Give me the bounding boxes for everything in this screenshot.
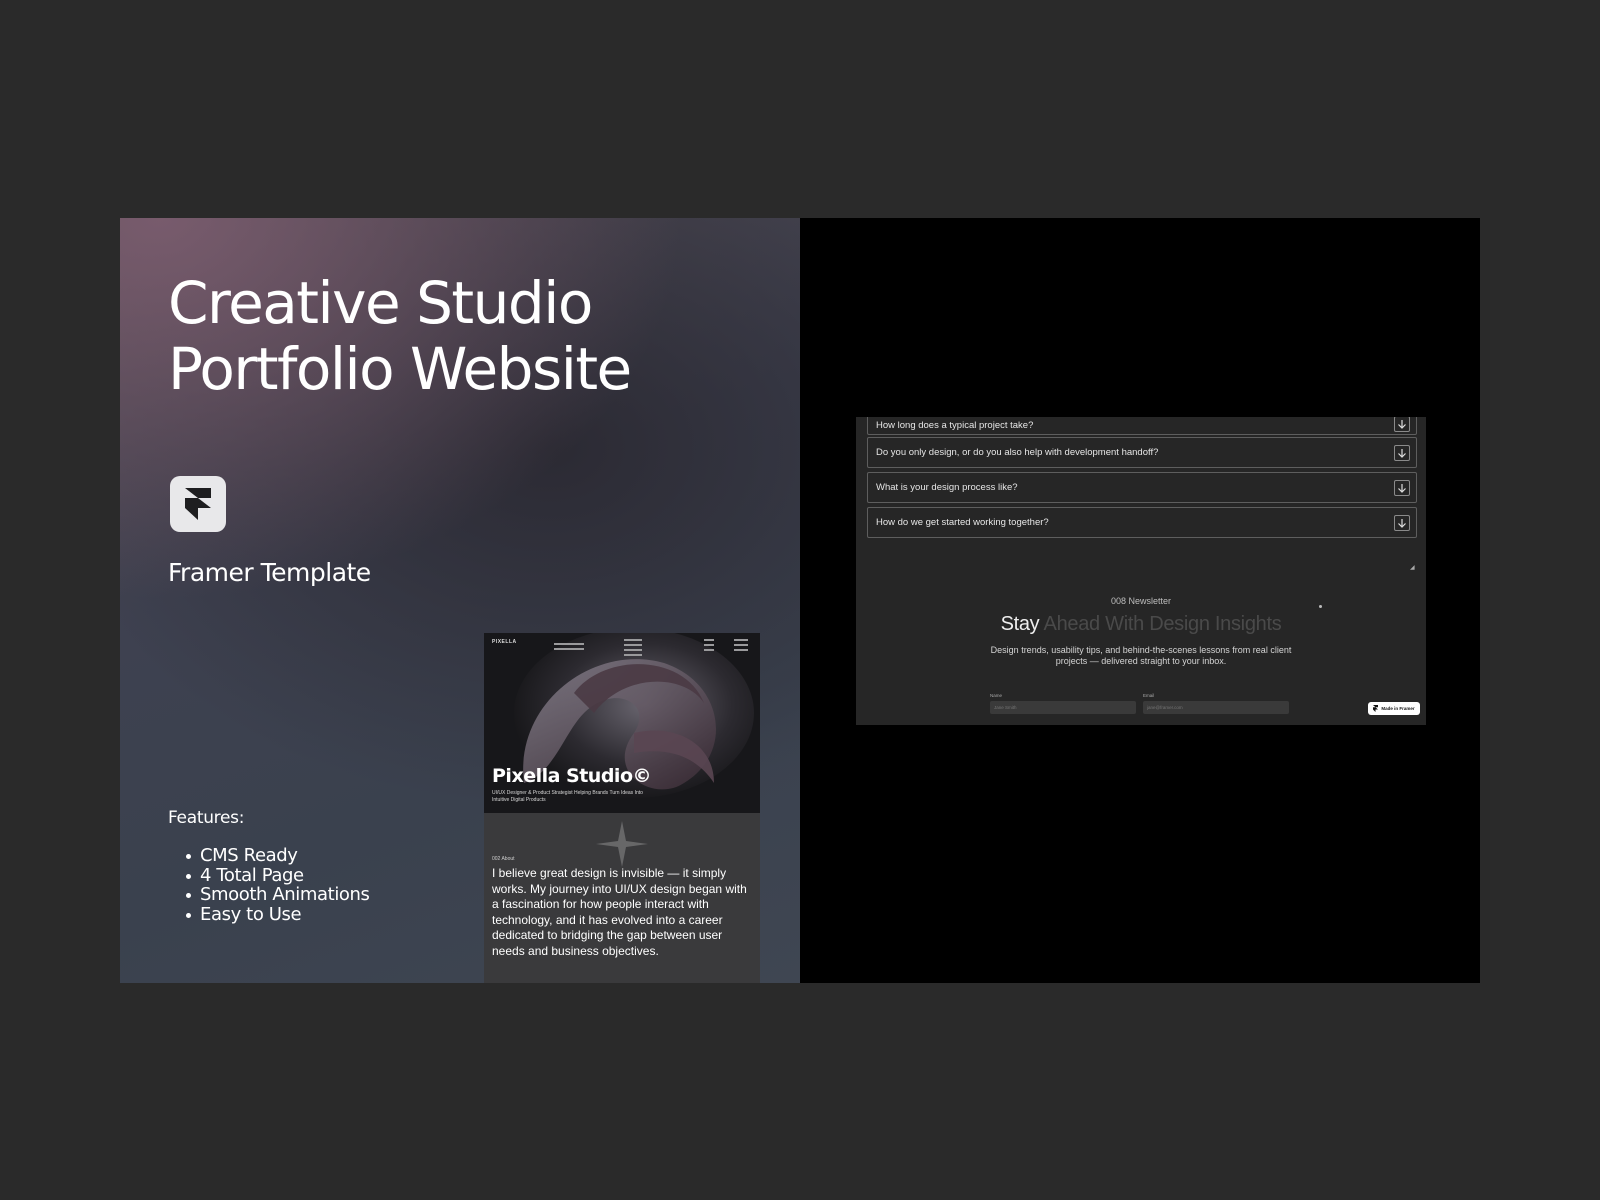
preview-panel: How long does a typical project take? Do… (800, 218, 1480, 983)
newsletter-title-faded: Ahead With Design Insights (1039, 613, 1282, 635)
feature-item: CMS Ready (184, 846, 370, 866)
features-heading: Features: (168, 808, 245, 828)
website-preview: How long does a typical project take? Do… (856, 417, 1426, 725)
faq-question: Do you only design, or do you also help … (876, 447, 1159, 458)
framer-icon (185, 488, 211, 520)
newsletter-title-visible: Stay (1000, 613, 1040, 635)
promo-panel: Creative Studio Portfolio Website Framer… (120, 218, 800, 983)
made-in-framer-label: Made in Framer (1381, 706, 1415, 711)
framer-icon (1373, 705, 1379, 712)
name-field-label: Name (990, 693, 1003, 698)
mockup-studio-subtitle: UI/UX Designer & Product Strategist Help… (492, 790, 643, 803)
feature-item: Easy to Use (184, 904, 370, 925)
mockup-hero: PIXELLA Pixella Studio© UI/UX Designer &… (484, 633, 760, 813)
mockup-brand-logo: PIXELLA (492, 639, 517, 645)
site-mockup: PIXELLA Pixella Studio© UI/UX Designer &… (484, 633, 760, 983)
faq-item[interactable]: How do we get started working together? (867, 507, 1417, 538)
resize-handle-icon: ◢ (1410, 565, 1415, 571)
faq-question: How long does a typical project take? (876, 420, 1034, 431)
faq-item[interactable]: Do you only design, or do you also help … (867, 437, 1417, 468)
faq-question: How do we get started working together? (876, 517, 1049, 528)
feature-item: Smooth Animations (184, 885, 370, 905)
mockup-about-text: I believe great design is invisible — it… (492, 866, 747, 958)
arrow-down-icon[interactable] (1394, 417, 1410, 432)
mockup-about-label: 002 About (492, 856, 515, 862)
made-in-framer-badge[interactable]: Made in Framer (1368, 702, 1420, 715)
email-field-label: Email (1143, 693, 1155, 698)
mockup-nav (554, 639, 754, 659)
faq-item[interactable]: What is your design process like? (867, 472, 1417, 503)
email-input[interactable] (1143, 701, 1289, 714)
arrow-down-icon[interactable] (1394, 480, 1410, 496)
hero-title-line2: Portfolio Website (168, 335, 632, 403)
newsletter-label: 008 Newsletter (1110, 596, 1172, 606)
features-list: CMS Ready 4 Total Page Smooth Animations… (184, 846, 370, 924)
newsletter-description: Design trends, usability tips, and behin… (990, 645, 1292, 666)
faq-item[interactable]: How long does a typical project take? (867, 417, 1417, 435)
feature-item: 4 Total Page (184, 865, 370, 886)
newsletter-title: Stay Ahead With Design Insights (856, 613, 1426, 636)
faq-question: What is your design process like? (876, 482, 1018, 493)
name-input[interactable] (990, 701, 1136, 714)
arrow-down-icon[interactable] (1394, 515, 1410, 531)
mockup-studio-title: Pixella Studio© (492, 765, 652, 787)
hero-title: Creative Studio Portfolio Website (168, 270, 728, 402)
hero-title-line1: Creative Studio (168, 269, 593, 337)
template-label: Framer Template (168, 558, 371, 587)
arrow-down-icon[interactable] (1394, 445, 1410, 461)
framer-logo (170, 476, 226, 532)
sparkle-icon (596, 821, 648, 867)
